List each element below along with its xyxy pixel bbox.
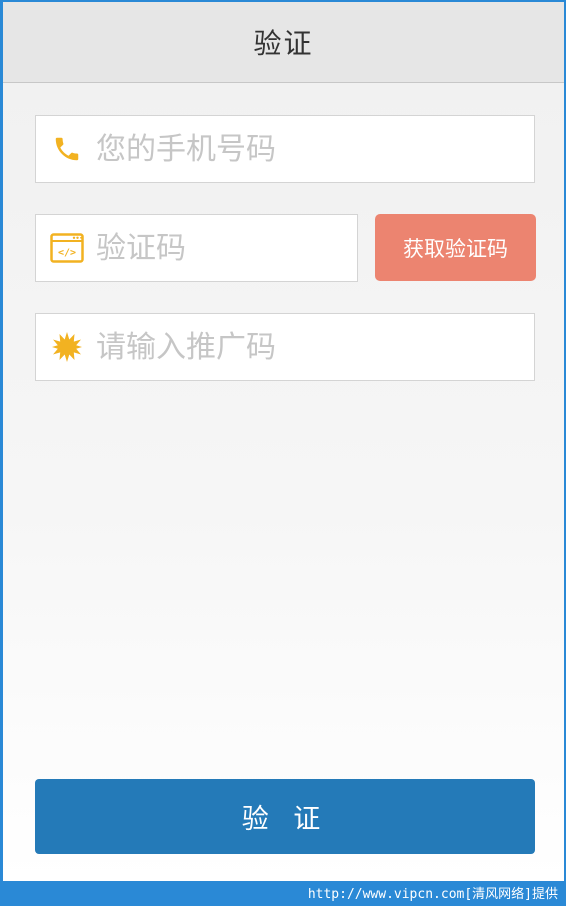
verification-code-field[interactable]: </> bbox=[35, 214, 358, 282]
get-code-button[interactable]: 获取验证码 bbox=[375, 214, 536, 281]
promo-code-field[interactable] bbox=[35, 313, 535, 381]
promo-code-input[interactable] bbox=[96, 329, 534, 365]
phone-icon bbox=[50, 132, 84, 166]
phone-field[interactable] bbox=[35, 115, 535, 183]
device-frame: 验证 </> 获取验证码 bbox=[0, 0, 566, 906]
verification-code-input[interactable] bbox=[96, 230, 357, 266]
phone-input[interactable] bbox=[96, 131, 534, 167]
app-screen: 验证 </> 获取验证码 bbox=[3, 2, 564, 881]
title-bar: 验证 bbox=[3, 2, 564, 83]
star-burst-icon bbox=[50, 330, 84, 364]
svg-text:</>: </> bbox=[58, 248, 76, 259]
watermark-text: http://www.vipcn.com[清风网络]提供 bbox=[307, 887, 558, 902]
verify-button[interactable]: 验 证 bbox=[35, 779, 535, 854]
page-title: 验证 bbox=[253, 27, 314, 60]
code-window-icon: </> bbox=[50, 231, 84, 265]
